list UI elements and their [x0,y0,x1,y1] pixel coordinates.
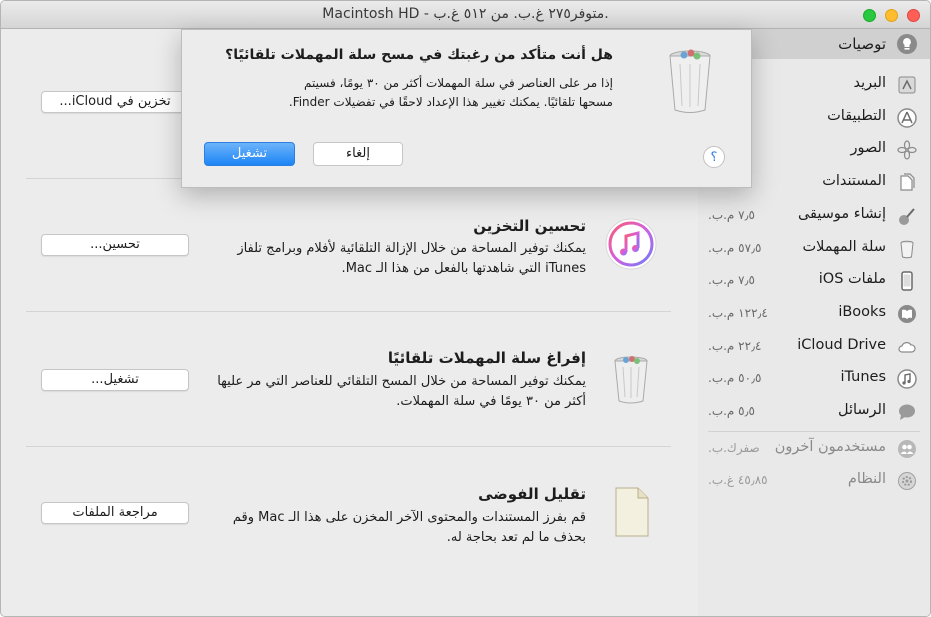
reduce-clutter-description: قم بفرز المستندات والمحتوى الآخر المخزن … [232,510,586,545]
trash-icon [660,44,720,116]
divider [26,446,671,447]
sidebar-item-other-1[interactable]: النظام ٤٥٫٨٥ غ.ب. [698,465,930,497]
divider [26,311,671,312]
sidebar-item-main-5[interactable]: سلة المهملات ٥٧٫٥ م.ب. [698,233,930,265]
optimize-storage-description: يمكنك توفير المساحة من خلال الإزالة التل… [237,241,586,276]
storage-management-window: Macintosh HD - متوفر٢٧٥ غ.ب. من ٥١٢ غ.ب.… [0,0,931,617]
sidebar-item-label: النظام [847,471,886,488]
title-bar: Macintosh HD - متوفر٢٧٥ غ.ب. من ٥١٢ غ.ب. [1,1,930,29]
sidebar-item-label: التطبيقات [827,107,886,124]
sidebar-item-label: ملفات iOS [818,271,886,288]
document-icon [604,485,658,539]
sidebar-item-main-7[interactable]: iBooks ١٢٢٫٤ م.ب. [698,298,930,330]
sidebar-item-size: ٥٧٫٥ م.ب. [708,240,762,255]
dialog-title: هل أنت متأكد من رغبتك في مسح سلة المهملا… [225,47,613,63]
guitar-icon [896,205,918,227]
sidebar-item-main-6[interactable]: ملفات iOS ٧٫٥ م.ب. [698,265,930,297]
sidebar-item-label: iCloud Drive [797,336,886,353]
cloud-icon [896,336,918,358]
sidebar-divider [708,430,920,432]
iphone-icon [896,270,918,292]
sidebar-item-label: الرسائل [837,402,886,418]
sidebar-item-label: iTunes [840,369,886,386]
sidebar-item-label: مستخدمون آخرون [774,438,886,455]
sidebar-item-size: صفرك.ب. [708,440,760,455]
trash-icon [604,351,658,405]
sidebar-item-label: البريد [853,75,886,91]
store-in-icloud-button[interactable]: تخزين في iCloud... [41,91,189,113]
sidebar-item-size: ٥٫٥ م.ب. [708,404,755,418]
sidebar-item-main-4[interactable]: إنشاء موسيقى ٧٫٥ م.ب. [698,200,930,232]
sidebar-item-label: المستندات [822,173,886,190]
sidebar-item-main-9[interactable]: iTunes ٥٠٫٥ م.ب. [698,363,930,395]
sidebar-item-size: ٢٢٫٤ م.ب. [708,338,762,353]
sidebar-item-label: iBooks [838,303,886,320]
mail-stamp-icon [896,74,918,96]
reduce-clutter-title: تقليل الفوضى [478,485,586,503]
sidebar-item-size: ٤٥٫٨٥ غ.ب. [708,473,768,488]
confirm-empty-trash-dialog: هل أنت متأكد من رغبتك في مسح سلة المهملا… [181,29,752,188]
users-icon [896,438,918,460]
itunes-icon [604,217,658,271]
help-button[interactable]: ؟ [703,146,725,168]
sidebar-item-size: ٥٠٫٥ م.ب. [708,371,762,386]
turn-on-empty-trash-button[interactable]: تشغيل... [41,369,189,391]
music-note-icon [896,368,918,390]
sidebar-item-main-8[interactable]: iCloud Drive ٢٢٫٤ م.ب. [698,331,930,363]
dialog-message: إذا مر على العناصر في سلة المهملات أكثر … [288,76,613,109]
sidebar-item-main-10[interactable]: الرسائل ٥٫٥ م.ب. [698,396,930,428]
optimize-storage-title: تحسين التخزين [473,217,586,235]
sidebar-item-label: إنشاء موسيقى [797,205,886,222]
app-store-icon [896,107,918,129]
cancel-button[interactable]: إلغاء [313,142,403,166]
review-files-button[interactable]: مراجعة الملفات [41,502,189,524]
optimize-button[interactable]: تحسين... [41,234,189,256]
lightbulb-icon [896,33,918,55]
empty-trash-description: يمكنك توفير المساحة من خلال المسح التلقا… [217,374,586,409]
window-title: Macintosh HD - متوفر٢٧٥ غ.ب. من ٥١٢ غ.ب. [322,6,609,22]
sidebar-item-size: ٧٫٥ م.ب. [708,207,755,222]
documents-icon [896,172,918,194]
sidebar-item-other-0[interactable]: مستخدمون آخرون صفرك.ب. [698,433,930,465]
gear-icon [896,470,918,492]
sidebar-header-label: توصيات [838,35,886,53]
photos-flower-icon [896,139,918,161]
sidebar-item-label: الصور [850,140,886,157]
sidebar-item-label: سلة المهملات [802,238,886,255]
messages-icon [896,401,918,423]
turn-on-button[interactable]: تشغيل [204,142,295,166]
trash-icon [896,238,918,260]
sidebar-item-size: ١٢٢٫٤ م.ب. [708,305,768,320]
book-icon [896,303,918,325]
sidebar-item-size: ٧٫٥ م.ب. [708,273,755,288]
empty-trash-title: إفراغ سلة المهملات تلقائيًا [387,349,586,367]
